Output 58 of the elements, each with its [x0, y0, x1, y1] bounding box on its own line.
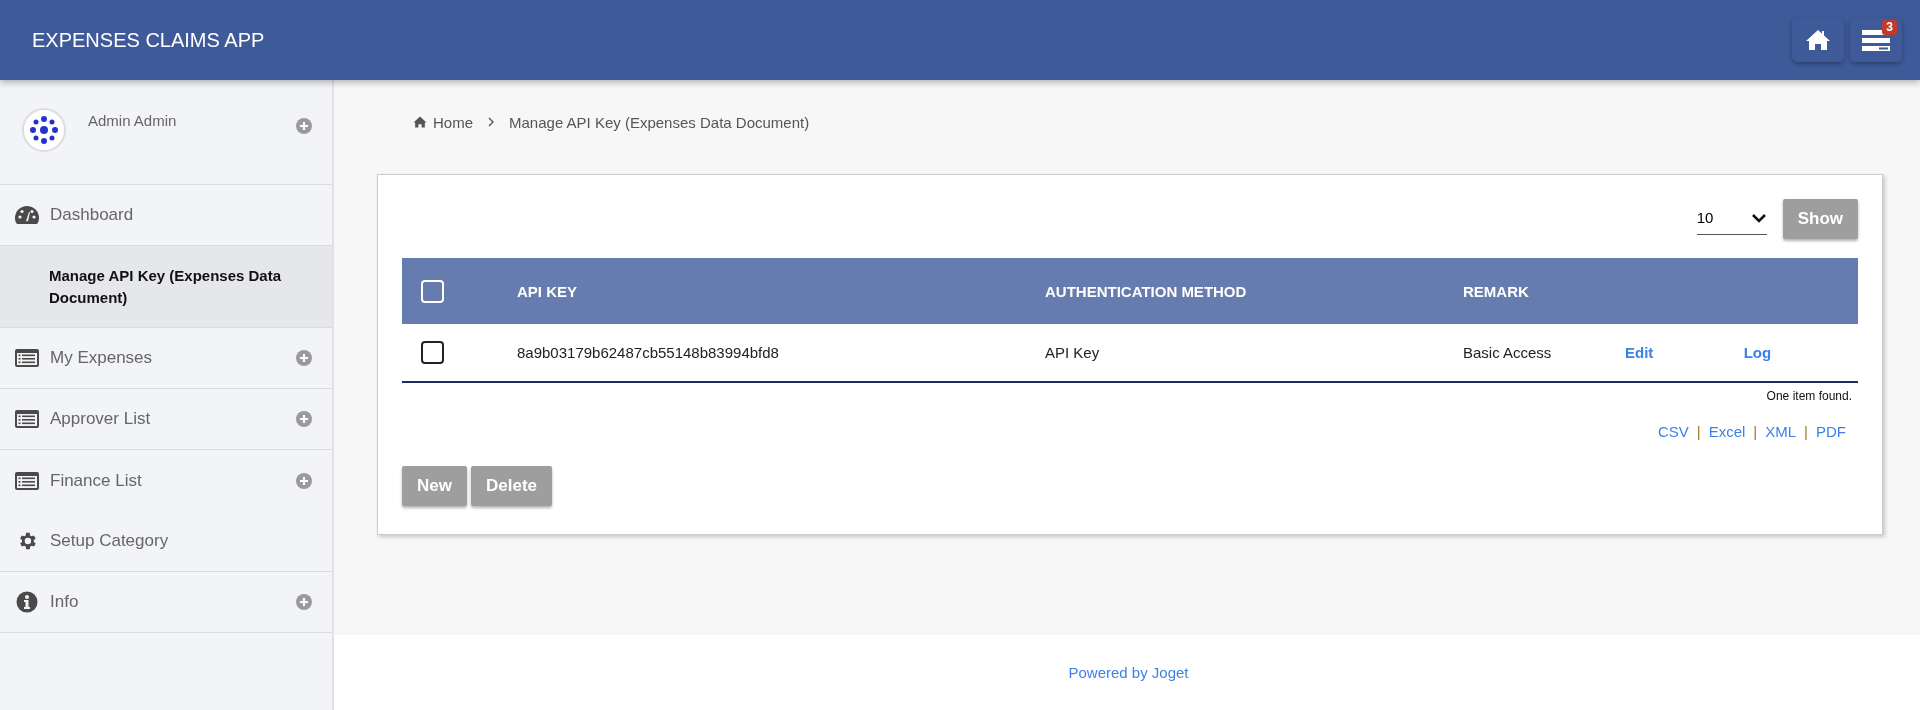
table-cell: 8a9b03179b62487cb55148b83994bfd8: [517, 344, 779, 361]
footer-link[interactable]: Powered by Joget: [1068, 664, 1189, 681]
expand-icon[interactable]: [296, 472, 312, 489]
table-cell: Basic Access: [1463, 344, 1552, 361]
row-action-link[interactable]: Edit: [1625, 344, 1654, 361]
result-count: One item found.: [1765, 389, 1853, 403]
expand-icon[interactable]: [296, 411, 312, 427]
link-separator: |: [1753, 423, 1758, 440]
row-action-link[interactable]: Log: [1743, 344, 1772, 361]
table-cell: API Key: [1045, 344, 1100, 361]
list-icon: [14, 409, 40, 429]
breadcrumb-link[interactable]: Home: [433, 113, 473, 131]
expand-icon[interactable]: [296, 118, 312, 134]
column-header: REMARK: [1463, 282, 1529, 300]
show-button[interactable]: Show: [1782, 199, 1858, 239]
export-link[interactable]: PDF: [1816, 423, 1846, 440]
sidebar-item[interactable]: Setup Category: [0, 511, 332, 572]
app-title: EXPENSES CLAIMS APP: [32, 28, 265, 52]
task-list-button[interactable]: 3: [1850, 18, 1902, 62]
sidebar-item[interactable]: My Expenses: [0, 328, 332, 389]
sidebar-item[interactable]: Info: [0, 572, 332, 633]
sidebar-item-label: Info: [50, 592, 80, 612]
chevron-down-icon: [1750, 212, 1767, 223]
current-page-title: Manage API Key (Expenses Data Document): [509, 113, 810, 131]
link-separator: |: [1804, 423, 1808, 440]
gauge-icon: [14, 205, 40, 225]
column-header: AUTHENTICATION METHOD: [1045, 282, 1247, 300]
info-icon: [14, 591, 40, 613]
action-button[interactable]: Delete: [470, 466, 552, 506]
expand-icon[interactable]: [296, 594, 312, 610]
export-link[interactable]: XML: [1765, 423, 1797, 440]
notification-badge: 3: [1882, 20, 1897, 35]
user-name: Admin Admin: [88, 112, 178, 129]
sidebar-item-label: Finance List: [50, 470, 143, 491]
link-separator: |: [1696, 423, 1701, 440]
sidebar-item-label: My Expenses: [50, 348, 154, 368]
sidebar-item[interactable]: Approver List: [0, 389, 332, 450]
sidebar-item-label: Dashboard: [50, 205, 135, 225]
column-header: API KEY: [517, 282, 577, 300]
sidebar-item[interactable]: Finance List: [0, 450, 332, 511]
list-icon: [14, 348, 40, 368]
sidebar-item-label: Manage API Key (Expenses Data Document): [49, 265, 283, 308]
page-size-select[interactable]: 10: [1696, 203, 1767, 235]
sidebar-item-label: Approver List: [50, 409, 152, 429]
home-icon: [413, 116, 427, 128]
avatar-icon: [22, 108, 66, 152]
expand-icon[interactable]: [296, 350, 312, 366]
home-button[interactable]: [1792, 18, 1844, 62]
chevron-icon: [487, 117, 495, 127]
select-all-checkbox[interactable]: [421, 279, 444, 303]
export-link[interactable]: Excel: [1708, 423, 1746, 440]
list-icon: [14, 470, 40, 491]
row-checkbox[interactable]: [421, 341, 444, 364]
sidebar-item-label: Setup Category: [50, 531, 170, 551]
export-link[interactable]: CSV: [1657, 423, 1689, 440]
home-icon: [1805, 29, 1831, 51]
action-button[interactable]: New: [402, 466, 467, 506]
sidebar-item[interactable]: Manage API Key (Expenses Data Document): [0, 246, 332, 328]
